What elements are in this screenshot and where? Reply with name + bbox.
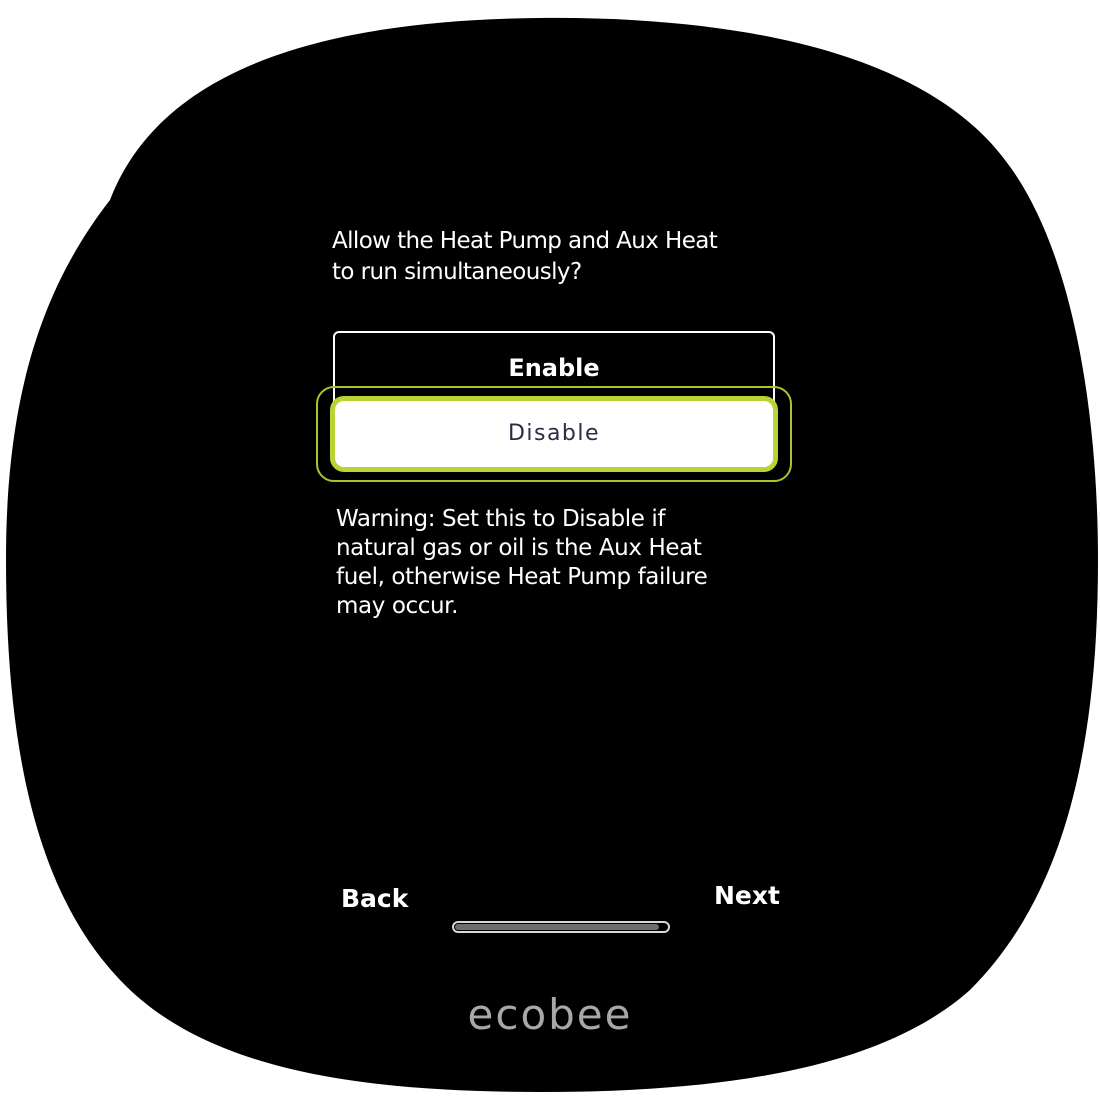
setting-question: Allow the Heat Pump and Aux Heat to run … xyxy=(332,228,718,285)
progress-bar xyxy=(452,921,670,933)
ecobee-logo: ecobee xyxy=(467,990,633,1039)
progress-fill xyxy=(455,924,659,930)
thermostat-screen: Allow the Heat Pump and Aux Heat to run … xyxy=(0,0,1100,1099)
warning-text: Warning: Set this to Disable if natural … xyxy=(336,506,708,619)
next-button[interactable]: Next xyxy=(714,881,780,910)
back-button[interactable]: Back xyxy=(341,884,408,913)
disable-option[interactable]: Disable xyxy=(330,396,778,472)
